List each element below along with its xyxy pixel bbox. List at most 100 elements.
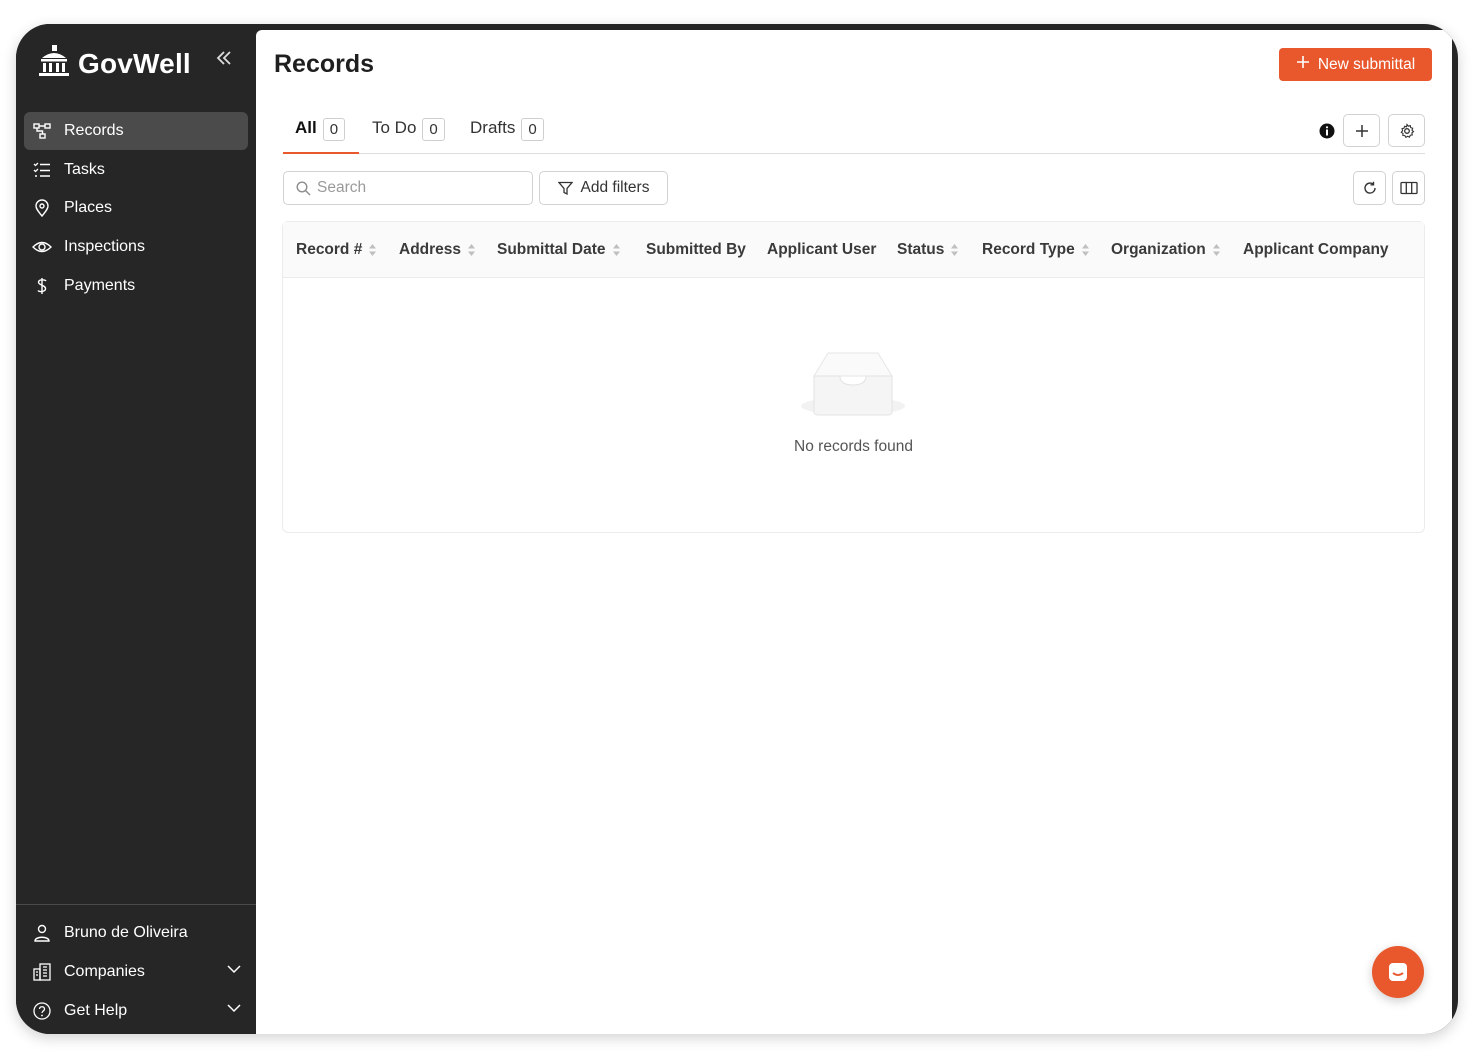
chevron-double-left-icon [216, 51, 231, 65]
empty-state-text: No records found [794, 438, 913, 455]
column-header-submittal-date[interactable]: Submittal Date [497, 222, 621, 278]
location-pin-icon [32, 198, 52, 218]
table-tools [1353, 171, 1425, 205]
refresh-button[interactable] [1353, 171, 1386, 205]
column-label: Organization [1111, 241, 1206, 258]
column-label: Applicant User [767, 241, 877, 258]
column-header-applicant-user[interactable]: Applicant User [767, 222, 876, 278]
gear-icon [1400, 122, 1414, 138]
help-circle-icon [32, 1001, 52, 1021]
get-help-menu[interactable]: Get Help [16, 991, 256, 1030]
sidebar-item-label: Inspections [64, 238, 145, 256]
column-label: Record # [296, 241, 363, 258]
active-tab-indicator [283, 152, 359, 154]
toolbar: Add filters [283, 171, 1425, 205]
user-name: Bruno de Oliveira [64, 923, 188, 941]
info-icon[interactable] [1319, 123, 1335, 139]
tab-label: All [295, 118, 317, 137]
sidebar-bottom: Bruno de Oliveira Companies Get Help [16, 904, 256, 1034]
sidebar-item-label: Records [64, 122, 124, 139]
tab-all[interactable]: All 0 [295, 118, 346, 154]
capitol-building-icon [38, 44, 70, 83]
column-header-applicant-company[interactable]: Applicant Company [1243, 222, 1389, 278]
sidebar-nav: Records Tasks Places Inspections Payment… [24, 112, 248, 305]
column-header-submitted-by[interactable]: Submitted By [646, 222, 746, 278]
sidebar-item-inspections[interactable]: Inspections [24, 228, 248, 266]
chevron-down-icon [226, 1000, 242, 1021]
column-label: Status [897, 241, 945, 258]
building-icon [32, 962, 52, 982]
eye-icon [32, 237, 52, 257]
column-label: Submitted By [646, 241, 746, 258]
add-filters-label: Add filters [580, 179, 650, 196]
tasks-icon [32, 160, 52, 180]
tab-bar: All 0 To Do 0 Drafts 0 [283, 114, 1425, 154]
column-header-status[interactable]: Status [897, 222, 959, 278]
plus-icon [1296, 55, 1310, 74]
user-profile-item[interactable]: Bruno de Oliveira [16, 913, 256, 952]
sidebar: GovWell Records Tasks Places Inspections… [16, 24, 256, 1034]
search-box[interactable] [283, 171, 533, 205]
tab-to-do[interactable]: To Do 0 [372, 118, 445, 154]
sort-icon [1212, 243, 1221, 257]
companies-menu[interactable]: Companies [16, 952, 256, 991]
column-label: Record Type [982, 241, 1075, 258]
tab-count: 0 [422, 118, 445, 141]
sidebar-item-tasks[interactable]: Tasks [24, 151, 248, 189]
column-header-address[interactable]: Address [399, 222, 476, 278]
sidebar-item-label: Payments [64, 276, 136, 294]
settings-button[interactable] [1388, 114, 1425, 147]
app-logo[interactable]: GovWell [38, 44, 191, 83]
column-header-organization[interactable]: Organization [1111, 222, 1221, 278]
table-header: Record # Address Submittal Date Submitte… [283, 222, 1424, 278]
filter-icon [557, 181, 573, 195]
sidebar-item-places[interactable]: Places [24, 189, 248, 227]
sort-icon [612, 243, 621, 257]
dollar-icon [32, 276, 52, 296]
add-view-button[interactable] [1343, 114, 1380, 147]
main-content: Records New submittal All 0 To Do 0 Draf… [256, 30, 1452, 1034]
tab-label: To Do [372, 118, 417, 137]
user-icon [32, 923, 52, 943]
new-submittal-label: New submittal [1317, 55, 1416, 73]
get-help-label: Get Help [64, 1001, 128, 1019]
app-window: GovWell Records Tasks Places Inspections… [16, 24, 1458, 1034]
tab-actions [1319, 114, 1425, 147]
columns-button[interactable] [1392, 171, 1425, 205]
sort-icon [467, 243, 476, 257]
plus-icon [1355, 124, 1368, 137]
sidebar-item-label: Tasks [64, 160, 105, 178]
sort-icon [1081, 243, 1090, 257]
column-label: Submittal Date [497, 241, 606, 258]
sort-icon [368, 243, 377, 257]
records-table: Record # Address Submittal Date Submitte… [282, 221, 1425, 533]
sort-icon [950, 243, 959, 257]
column-header-record-type[interactable]: Record Type [982, 222, 1090, 278]
chat-support-button[interactable] [1372, 946, 1424, 998]
collapse-sidebar-button[interactable] [214, 48, 236, 72]
column-header-record-number[interactable]: Record # [296, 222, 377, 278]
add-filters-button[interactable]: Add filters [539, 171, 668, 205]
tab-count: 0 [322, 118, 346, 141]
sidebar-item-payments[interactable]: Payments [24, 267, 248, 305]
tab-count: 0 [521, 118, 544, 141]
chevron-down-icon [226, 961, 242, 982]
refresh-icon [1363, 181, 1376, 194]
new-submittal-button[interactable]: New submittal [1279, 48, 1432, 81]
tab-drafts[interactable]: Drafts 0 [470, 118, 544, 154]
sidebar-item-records[interactable]: Records [24, 112, 248, 150]
app-name: GovWell [78, 47, 191, 79]
empty-inbox-icon [800, 352, 906, 423]
chat-icon [1389, 963, 1407, 981]
column-label: Applicant Company [1243, 241, 1389, 258]
column-label: Address [399, 241, 462, 258]
search-icon [296, 180, 311, 195]
tab-label: Drafts [470, 118, 516, 137]
columns-icon [1399, 181, 1418, 195]
page-title: Records [274, 50, 375, 78]
empty-state: No records found [283, 278, 1424, 532]
records-icon [32, 121, 52, 141]
sidebar-item-label: Places [64, 199, 113, 217]
companies-label: Companies [64, 962, 145, 980]
search-input[interactable] [317, 179, 517, 197]
